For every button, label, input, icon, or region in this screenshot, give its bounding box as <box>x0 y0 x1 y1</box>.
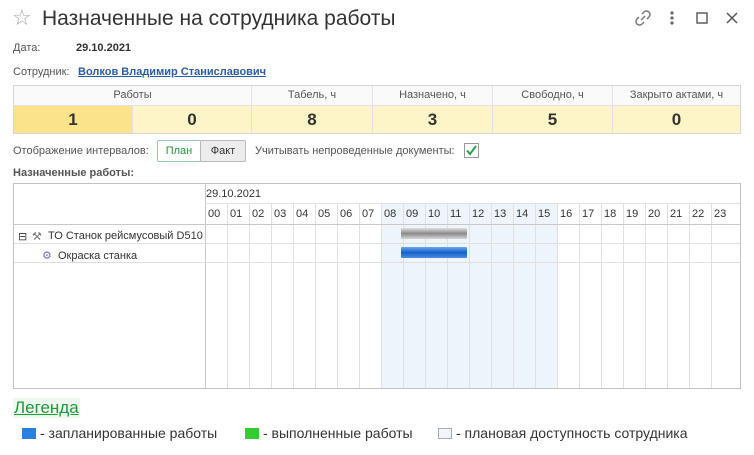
hour-label: 11 <box>450 208 462 220</box>
close-icon[interactable] <box>722 8 742 28</box>
hour-gridline <box>601 203 602 388</box>
hour-gridline <box>337 203 338 388</box>
link-icon[interactable] <box>633 8 653 28</box>
section-title: Назначенные работы: <box>13 167 135 179</box>
row-divider <box>14 262 740 263</box>
hour-label: 12 <box>472 208 485 220</box>
hour-label: 20 <box>648 208 661 220</box>
hour-gridline <box>227 203 228 388</box>
hour-gridline <box>557 203 558 388</box>
hour-label: 04 <box>296 208 309 220</box>
date-label: Дата: <box>13 42 41 54</box>
hour-label: 07 <box>362 208 375 220</box>
hour-label: 13 <box>494 208 507 220</box>
hour-label: 06 <box>340 208 353 220</box>
gantt-bar <box>401 228 467 239</box>
legend-swatch-done <box>245 428 259 439</box>
hour-label: 01 <box>230 208 243 220</box>
hour-gridline <box>271 203 272 388</box>
hour-label: 23 <box>714 208 727 220</box>
hour-gridline <box>667 203 668 388</box>
stat-header-timesheet: Табель, ч <box>252 86 372 106</box>
header-divider <box>205 203 740 204</box>
legend-done: - выполненные работы <box>263 425 413 441</box>
stat-header-free: Свободно, ч <box>493 86 612 106</box>
hour-gridline <box>689 203 690 388</box>
hour-label: 19 <box>626 208 639 220</box>
hour-label: 15 <box>538 208 551 220</box>
row-label[interactable]: ТО Станок рейсмусовый D510 <box>48 230 203 242</box>
date-value: 29.10.2021 <box>76 42 132 54</box>
hour-gridline <box>535 203 536 388</box>
hour-gridline <box>491 203 492 388</box>
hour-label: 10 <box>428 208 441 220</box>
fact-toggle-button[interactable]: Факт <box>200 140 246 162</box>
stat-value-free[interactable]: 5 <box>493 106 612 133</box>
hour-label: 05 <box>318 208 331 220</box>
include-unposted-label: Учитывать непроведенные документы: <box>255 145 455 157</box>
hour-label: 14 <box>516 208 529 220</box>
legend-title[interactable]: Легенда <box>13 398 80 418</box>
hour-gridline <box>249 203 250 388</box>
gantt-date: 29.10.2021 <box>206 188 262 200</box>
stat-value-works-done[interactable]: 0 <box>133 106 251 133</box>
maximize-icon[interactable] <box>692 8 712 28</box>
summary-table: Работы Табель, ч Назначено, ч Свободно, … <box>13 85 741 134</box>
hour-gridline <box>293 203 294 388</box>
hour-gridline <box>645 203 646 388</box>
gear-icon: ⚙ <box>42 250 52 262</box>
stat-header-assigned: Назначено, ч <box>373 86 492 106</box>
stat-header-closed: Закрыто актами, ч <box>613 86 740 106</box>
hour-label: 09 <box>406 208 419 220</box>
legend-swatch-planned <box>22 428 36 439</box>
employee-link[interactable]: Волков Владимир Станиславович <box>78 66 266 78</box>
row-divider <box>14 243 740 244</box>
hour-gridline <box>513 203 514 388</box>
plan-toggle-button[interactable]: План <box>157 140 201 162</box>
hour-gridline <box>711 203 712 388</box>
row-expander-icon[interactable]: ⊟ <box>18 230 27 243</box>
legend-availability: - плановая доступность сотрудника <box>456 425 688 441</box>
stat-value-works[interactable]: 1 <box>14 106 132 133</box>
hour-label: 02 <box>252 208 265 220</box>
stat-value-closed[interactable]: 0 <box>613 106 740 133</box>
hour-gridline <box>579 203 580 388</box>
employee-label: Сотрудник: <box>13 66 70 78</box>
hour-label: 03 <box>274 208 287 220</box>
hour-gridline <box>469 203 470 388</box>
favorite-star-icon[interactable]: ☆ <box>12 7 32 29</box>
hour-label: 21 <box>670 208 683 220</box>
title-bar: ☆ Назначенные на сотрудника работы <box>0 0 754 38</box>
hour-gridline <box>623 203 624 388</box>
hour-gridline <box>381 203 382 388</box>
maintenance-icon: ⚒ <box>32 231 42 243</box>
window-title: Назначенные на сотрудника работы <box>42 7 396 30</box>
stat-value-assigned[interactable]: 3 <box>373 106 492 133</box>
header-bottom <box>14 224 740 225</box>
more-actions-icon[interactable] <box>662 8 682 28</box>
hour-label: 00 <box>208 208 221 220</box>
hour-label: 08 <box>384 208 397 220</box>
row-label[interactable]: Окраска станка <box>58 250 137 262</box>
gantt-bar <box>401 247 467 258</box>
hour-gridline <box>359 203 360 388</box>
stat-value-timesheet[interactable]: 8 <box>252 106 372 133</box>
include-unposted-checkbox[interactable] <box>464 143 479 158</box>
tree-separator <box>205 184 206 388</box>
hour-label: 22 <box>692 208 705 220</box>
hour-label: 16 <box>560 208 573 220</box>
hour-label: 17 <box>582 208 595 220</box>
legend-planned: - запланированные работы <box>40 425 218 441</box>
hour-label: 18 <box>604 208 617 220</box>
hour-gridline <box>315 203 316 388</box>
gantt-chart: 00 01 02 03 04 05 06 07 08 09 10 11 12 13 14 15 16 17 18 19… <box>13 183 741 389</box>
stat-header-works: Работы <box>14 86 251 106</box>
legend-swatch-availability <box>438 428 452 439</box>
intervals-label: Отображение интервалов: <box>13 145 149 157</box>
